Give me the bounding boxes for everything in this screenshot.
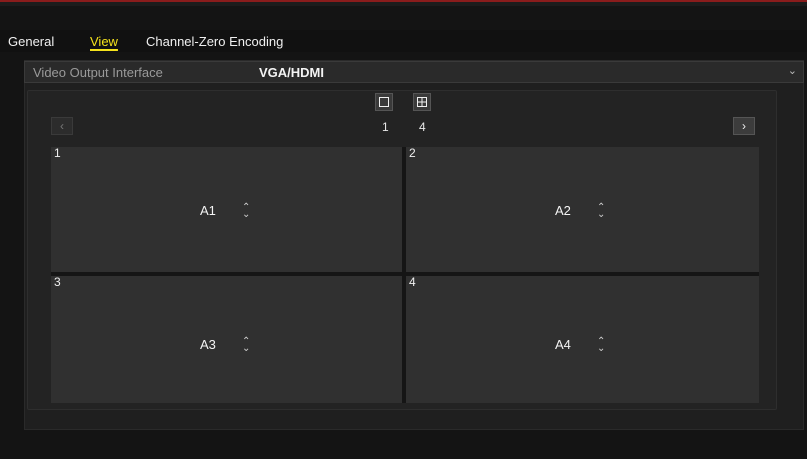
chevron-left-icon: ‹: [60, 119, 64, 133]
channel-value: A3: [200, 337, 216, 352]
window-number: 3: [54, 275, 61, 289]
layout-quad-label: 4: [419, 120, 426, 134]
tab-channel-zero-encoding[interactable]: Channel-Zero Encoding: [146, 34, 283, 49]
tab-view[interactable]: View: [90, 34, 118, 49]
channel-select-1[interactable]: A1 ⌃ ⌄: [194, 202, 262, 220]
chevron-down-icon: ⌄: [787, 65, 797, 77]
view-window-3[interactable]: 3 A3 ⌃ ⌄: [51, 275, 402, 403]
tab-general[interactable]: General: [8, 34, 54, 49]
view-window-1[interactable]: 1 A1 ⌃ ⌄: [51, 146, 402, 272]
window-number: 2: [409, 146, 416, 160]
top-bar: [0, 0, 807, 6]
layout-quad-button[interactable]: [413, 93, 431, 111]
chevron-right-icon: ›: [742, 119, 746, 133]
view-window-4[interactable]: 4 A4 ⌃ ⌄: [406, 275, 759, 403]
view-window-2[interactable]: 2 A2 ⌃ ⌄: [406, 146, 759, 272]
channel-value: A2: [555, 203, 571, 218]
layout-single-label: 1: [382, 120, 389, 134]
layout-single-button[interactable]: [375, 93, 393, 111]
spinner-icon: ⌃ ⌄: [597, 336, 606, 354]
spinner-icon: ⌃ ⌄: [242, 336, 251, 354]
video-output-row: Video Output Interface VGA/HDMI ⌄: [24, 61, 804, 83]
channel-select-4[interactable]: A4 ⌃ ⌄: [549, 336, 617, 354]
window-number: 1: [54, 146, 61, 160]
quad-window-icon: [417, 97, 427, 107]
spinner-icon: ⌃ ⌄: [242, 202, 251, 220]
channel-select-3[interactable]: A3 ⌃ ⌄: [194, 336, 262, 354]
spinner-icon: ⌃ ⌄: [597, 202, 606, 220]
single-window-icon: [379, 97, 389, 107]
view-grid: 1 A1 ⌃ ⌄ 2 A2 ⌃ ⌄ 3 A3 ⌃ ⌄ 4 A4 ⌃ ⌄: [51, 146, 759, 403]
next-page-button[interactable]: ›: [733, 117, 755, 135]
channel-value: A1: [200, 203, 216, 218]
window-number: 4: [409, 275, 416, 289]
tab-bar: General View Channel-Zero Encoding: [0, 30, 807, 52]
video-output-label: Video Output Interface: [33, 65, 163, 80]
video-output-value: VGA/HDMI: [259, 65, 324, 80]
prev-page-button[interactable]: ‹: [51, 117, 73, 135]
channel-value: A4: [555, 337, 571, 352]
video-output-select[interactable]: VGA/HDMI ⌄: [255, 62, 803, 82]
channel-select-2[interactable]: A2 ⌃ ⌄: [549, 202, 617, 220]
